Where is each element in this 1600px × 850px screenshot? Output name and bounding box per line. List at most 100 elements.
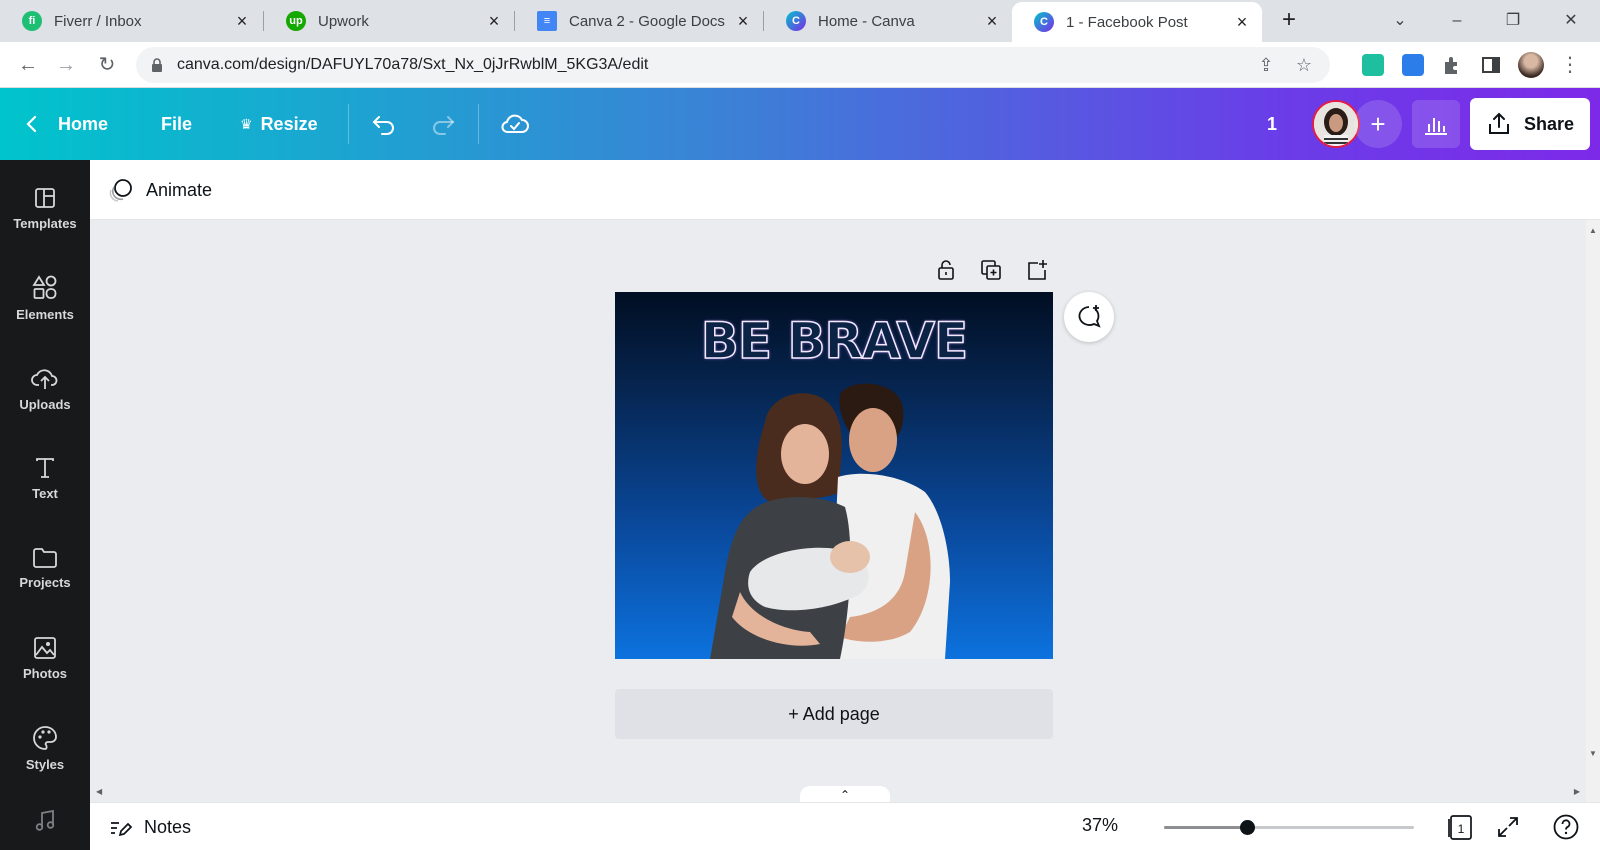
add-page-icon	[1028, 260, 1047, 280]
forward-icon[interactable]: →	[52, 51, 80, 79]
sidebar-item-styles[interactable]: Styles	[0, 708, 90, 788]
close-icon[interactable]: ×	[234, 12, 250, 30]
insights-button[interactable]	[1412, 100, 1460, 148]
extensions-puzzle-icon[interactable]	[1441, 54, 1463, 76]
zoom-slider[interactable]	[1164, 820, 1414, 835]
share-button[interactable]: Share	[1470, 98, 1590, 150]
scroll-up-icon[interactable]: ▲	[1589, 226, 1597, 235]
upwork-logo-icon: up	[286, 11, 306, 31]
expand-icon	[1498, 817, 1518, 837]
duplicate-icon	[981, 260, 1001, 280]
fiverr-logo-icon: fi	[22, 11, 42, 31]
undo-button[interactable]	[370, 106, 398, 142]
notes-label: Notes	[144, 816, 192, 837]
profile-avatar[interactable]	[1518, 52, 1544, 78]
cloud-check-icon	[501, 114, 529, 133]
close-icon[interactable]: ×	[984, 12, 1000, 30]
vertical-scrollbar[interactable]: ▲ ▼	[1586, 220, 1600, 802]
close-icon[interactable]: ×	[1234, 13, 1250, 31]
add-comment-button[interactable]	[1064, 292, 1114, 342]
url-text: canva.com/design/DAFUYL70a78/Sxt_Nx_0jJr…	[177, 56, 649, 73]
user-avatar-photo	[1314, 102, 1358, 146]
family-photo[interactable]	[710, 382, 970, 659]
browser-menu-icon[interactable]: ⋮	[1556, 51, 1584, 79]
restore-icon[interactable]: ❐	[1498, 6, 1528, 36]
add-page-button[interactable]: + Add page	[615, 689, 1053, 739]
tab-title: Fiverr / Inbox	[54, 12, 142, 30]
page-count-value: 1	[1267, 113, 1278, 134]
close-icon[interactable]: ×	[486, 12, 502, 30]
text-icon	[36, 457, 54, 478]
header-divider	[478, 104, 479, 144]
undo-icon	[372, 116, 394, 135]
scroll-down-icon[interactable]: ▼	[1589, 749, 1597, 758]
sidebar-item-uploads[interactable]: Uploads	[0, 348, 90, 428]
side-panel: Templates Elements Uploads Text Projects	[0, 160, 90, 850]
window-close-icon[interactable]: ✕	[1556, 6, 1586, 36]
help-button[interactable]	[1550, 811, 1582, 843]
sidebar-item-templates[interactable]: Templates	[0, 168, 90, 248]
new-tab-icon[interactable]: +	[1276, 8, 1302, 34]
help-question-icon	[1553, 814, 1579, 840]
design-page[interactable]: BE BRAVE	[615, 292, 1053, 659]
sidebar-item-audio[interactable]	[0, 796, 90, 846]
chevron-left-icon	[26, 115, 37, 133]
browser-tab-facebook-post[interactable]: C 1 - Facebook Post ×	[1012, 2, 1262, 42]
add-new-page-button[interactable]	[1023, 256, 1051, 284]
design-title-text[interactable]: BE BRAVE	[615, 311, 1053, 371]
bar-chart-icon	[1425, 118, 1447, 135]
minimize-icon[interactable]: –	[1442, 6, 1472, 36]
file-menu-button[interactable]: File	[161, 106, 192, 142]
notes-button[interactable]: Notes	[108, 811, 191, 843]
share-label: Share	[1523, 113, 1575, 134]
photos-icon	[34, 636, 56, 659]
bookmark-star-icon[interactable]: ☆	[1292, 55, 1316, 76]
lock-icon	[152, 58, 162, 72]
scroll-right-icon[interactable]: ▶	[1574, 787, 1580, 796]
extension-translate-icon[interactable]	[1402, 54, 1424, 76]
collaborator-avatar[interactable]	[1312, 100, 1360, 148]
sidebar-item-label: Elements	[16, 306, 74, 322]
extension-download-icon[interactable]	[1362, 54, 1384, 76]
sidebar-item-label: Templates	[13, 215, 77, 231]
editor-footer: Notes 37% 1	[90, 802, 1600, 850]
share-page-icon[interactable]: ⇪	[1254, 55, 1278, 76]
back-icon[interactable]: ←	[14, 51, 42, 79]
address-bar[interactable]: canva.com/design/DAFUYL70a78/Sxt_Nx_0jJr…	[136, 47, 1330, 83]
browser-tab-home-canva[interactable]: C Home - Canva ×	[764, 0, 1012, 42]
sidebar-item-projects[interactable]: Projects	[0, 528, 90, 608]
sidebar-item-text[interactable]: Text	[0, 438, 90, 518]
browser-tab-google-docs[interactable]: ≡ Canva 2 - Google Docs ×	[515, 0, 763, 42]
page-view-button[interactable]: 1	[1444, 811, 1476, 843]
browser-toolbar: ← → ↻ canva.com/design/DAFUYL70a78/Sxt_N…	[0, 42, 1600, 88]
elements-icon	[32, 274, 57, 299]
reload-icon[interactable]: ↻	[93, 51, 121, 79]
page-count[interactable]: 1	[1267, 106, 1277, 142]
comment-plus-icon	[1078, 305, 1101, 328]
sidebar-item-elements[interactable]: Elements	[0, 258, 90, 338]
close-icon[interactable]: ×	[735, 12, 751, 30]
sidebar-item-label: Projects	[19, 574, 71, 590]
side-panel-icon[interactable]	[1480, 54, 1502, 76]
tab-search-icon[interactable]: ⌄	[1385, 6, 1415, 36]
add-page-label: + Add page	[788, 703, 880, 724]
redo-button[interactable]	[429, 106, 457, 142]
fullscreen-button[interactable]	[1492, 811, 1524, 843]
sidebar-item-photos[interactable]: Photos	[0, 618, 90, 698]
save-status-button[interactable]	[500, 106, 530, 142]
share-upload-icon	[1488, 112, 1509, 134]
zoom-level[interactable]: 37%	[1070, 815, 1130, 836]
lock-page-button[interactable]	[932, 256, 960, 284]
animate-label: Animate	[146, 179, 213, 200]
browser-tab-fiverr[interactable]: fi Fiverr / Inbox ×	[0, 0, 262, 42]
home-button[interactable]: Home	[24, 106, 108, 142]
zoom-slider-thumb[interactable]	[1239, 820, 1255, 835]
duplicate-page-button[interactable]	[977, 256, 1005, 284]
canva-logo-icon: C	[1034, 12, 1054, 32]
resize-button[interactable]: ♛ Resize	[240, 106, 318, 142]
scroll-left-icon[interactable]: ◀	[96, 787, 102, 796]
browser-tab-upwork[interactable]: up Upwork ×	[264, 0, 514, 42]
animate-button[interactable]: Animate	[108, 174, 212, 206]
invite-plus-button[interactable]: +	[1354, 100, 1402, 148]
templates-icon	[35, 187, 55, 208]
